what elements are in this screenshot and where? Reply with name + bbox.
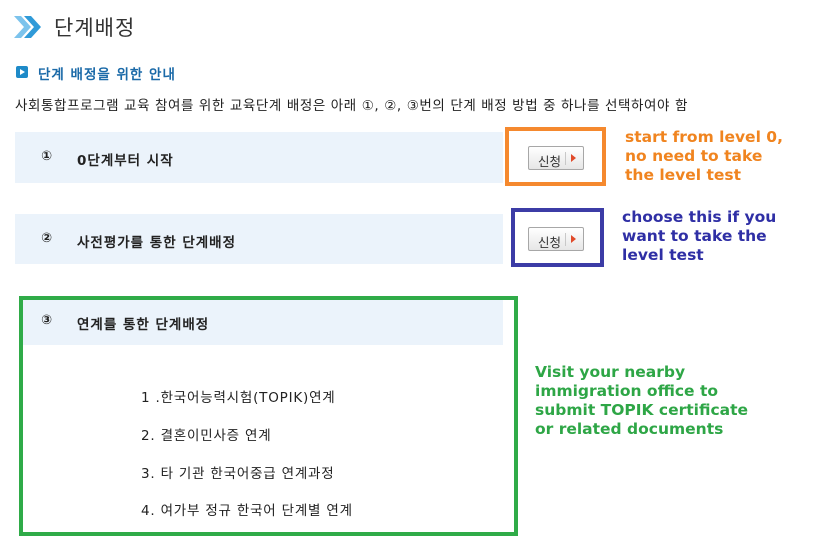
option-label: 0단계부터 시작: [77, 153, 174, 169]
play-square-icon: [16, 66, 28, 78]
highlight-box-green: [19, 296, 518, 536]
option-number: ②: [41, 231, 53, 246]
highlight-box-blue: [511, 208, 604, 267]
annotation-blue: choose this if you want to take the leve…: [622, 208, 777, 264]
option-label: 사전평가를 통한 단계배정: [77, 235, 237, 251]
section-title: 단계 배정을 위한 안내: [38, 67, 176, 83]
annotation-green: Visit your nearby immigration office to …: [535, 363, 749, 438]
option-number: ①: [41, 149, 53, 164]
option-row-pretest: ② 사전평가를 통한 단계배정: [15, 214, 503, 264]
double-chevron-right-icon: [14, 16, 41, 38]
highlight-box-orange: [505, 127, 606, 186]
intro-text: 사회통합프로그램 교육 참여를 위한 교육단계 배정은 아래 ①, ②, ③번의…: [15, 98, 688, 114]
option-row-level0: ① 0단계부터 시작: [15, 132, 503, 183]
page-title: 단계배정: [54, 16, 136, 40]
annotation-orange: start from level 0, no need to take the …: [625, 128, 783, 184]
